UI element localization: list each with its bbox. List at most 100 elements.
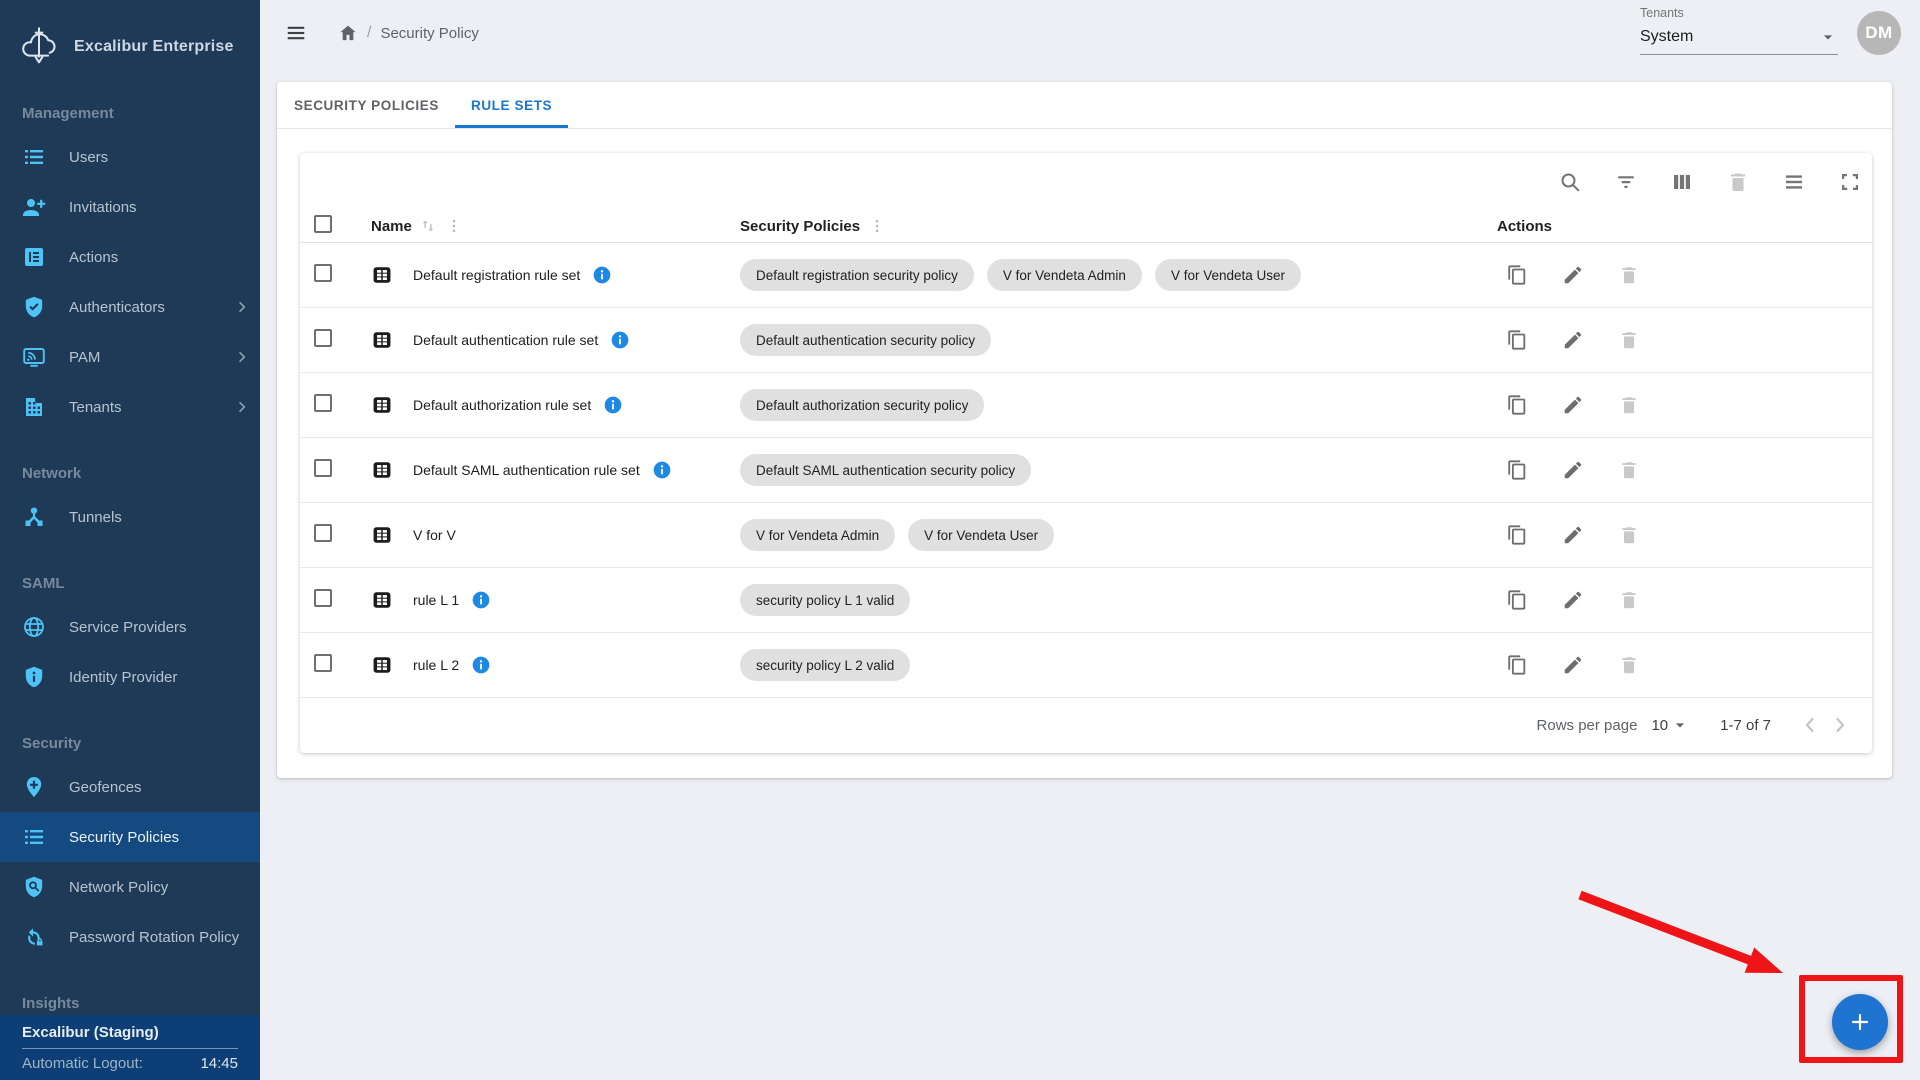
tab-bar: SECURITY POLICIESRULE SETS [277, 82, 1892, 129]
table-row: Default SAML authentication rule setDefa… [300, 438, 1872, 503]
sidebar-item-identity-provider[interactable]: Identity Provider [0, 652, 260, 702]
fullscreen-button[interactable] [1838, 170, 1862, 194]
breadcrumb: / Security Policy [285, 0, 479, 66]
delete-button[interactable] [1618, 264, 1640, 286]
tab-security-policies[interactable]: SECURITY POLICIES [278, 82, 455, 128]
select-all-checkbox[interactable] [314, 215, 332, 233]
edit-button[interactable] [1562, 459, 1584, 481]
topbar: / Security Policy Tenants System DM [260, 0, 1920, 66]
columns-button[interactable] [1670, 170, 1694, 194]
caret-down-icon[interactable] [1670, 715, 1690, 735]
avatar[interactable]: DM [1857, 11, 1901, 55]
policy-chip: V for Vendeta User [1155, 259, 1301, 291]
delete-button[interactable] [1618, 589, 1640, 611]
delete-button[interactable] [1618, 459, 1640, 481]
previous-page-button[interactable] [1798, 713, 1822, 737]
brand-name: Excalibur Enterprise [74, 38, 234, 56]
rule-set-name: rule L 1 [413, 592, 459, 608]
edit-button[interactable] [1562, 589, 1584, 611]
row-checkbox[interactable] [314, 329, 332, 347]
rule-set-name: Default registration rule set [413, 267, 580, 283]
copy-button[interactable] [1506, 654, 1528, 676]
sort-icon[interactable] [419, 217, 437, 235]
policies-cell: V for Vendeta AdminV for Vendeta User [740, 519, 1497, 551]
delete-button[interactable] [1618, 654, 1640, 676]
delete-button[interactable] [1618, 329, 1640, 351]
edit-button[interactable] [1562, 524, 1584, 546]
sidebar-item-geofences[interactable]: Geofences [0, 762, 260, 812]
building-icon [22, 395, 46, 419]
sidebar-item-security-policies[interactable]: Security Policies [0, 812, 260, 862]
sidebar-item-users[interactable]: Users [0, 132, 260, 182]
breadcrumb-current: Security Policy [380, 25, 478, 42]
pagination-range: 1-7 of 7 [1720, 717, 1771, 734]
copy-button[interactable] [1506, 264, 1528, 286]
density-button[interactable] [1782, 170, 1806, 194]
copy-button[interactable] [1506, 524, 1528, 546]
next-page-button[interactable] [1828, 713, 1852, 737]
row-checkbox[interactable] [314, 654, 332, 672]
delete-button[interactable] [1618, 524, 1640, 546]
rule-set-icon [371, 589, 393, 611]
chevron-right-icon [234, 349, 250, 365]
rows-per-page-select[interactable]: 10 [1651, 717, 1668, 734]
column-header-policies: Security Policies [740, 218, 860, 235]
filter-button[interactable] [1614, 170, 1638, 194]
pagination: Rows per page 10 1-7 of 7 [300, 698, 1872, 752]
tenant-select[interactable]: Tenants System [1640, 6, 1838, 55]
rule-set-name: V for V [413, 527, 456, 543]
sidebar-item-service-providers[interactable]: Service Providers [0, 602, 260, 652]
edit-button[interactable] [1562, 654, 1584, 676]
row-checkbox[interactable] [314, 524, 332, 542]
chevron-right-icon [234, 399, 250, 415]
policies-cell: Default registration security policy V fo… [740, 259, 1497, 291]
info-icon[interactable] [652, 460, 672, 480]
search-button[interactable] [1558, 170, 1582, 194]
edit-button[interactable] [1562, 329, 1584, 351]
sidebar-item-invitations[interactable]: Invitations [0, 182, 260, 232]
rule-set-name: Default authentication rule set [413, 332, 598, 348]
caret-down-icon [1818, 27, 1838, 47]
info-icon[interactable] [610, 330, 630, 350]
copy-button[interactable] [1506, 459, 1528, 481]
edit-button[interactable] [1562, 264, 1584, 286]
sidebar-item-tenants[interactable]: Tenants [0, 382, 260, 432]
table-body: Default registration rule set Default reg… [300, 243, 1872, 698]
copy-button[interactable] [1506, 329, 1528, 351]
column-menu-icon[interactable] [868, 217, 886, 235]
info-icon[interactable] [471, 655, 491, 675]
copy-button[interactable] [1506, 394, 1528, 416]
policy-chip: Default registration security policy [740, 259, 974, 291]
tenant-select-value: System [1640, 28, 1693, 46]
info-icon[interactable] [603, 395, 623, 415]
sidebar-item-network-policy[interactable]: Network Policy [0, 862, 260, 912]
row-checkbox[interactable] [314, 459, 332, 477]
column-menu-icon[interactable] [445, 217, 463, 235]
sidebar-item-actions[interactable]: Actions [0, 232, 260, 282]
table-row: Default authorization rule setDefault au… [300, 373, 1872, 438]
policy-chip: security policy L 2 valid [740, 649, 910, 681]
row-checkbox[interactable] [314, 394, 332, 412]
copy-button[interactable] [1506, 589, 1528, 611]
edit-button[interactable] [1562, 394, 1584, 416]
info-icon[interactable] [471, 590, 491, 610]
policies-cell: Default authentication security policy [740, 324, 1497, 356]
policies-cell: Default SAML authentication security pol… [740, 454, 1497, 486]
home-icon[interactable] [338, 23, 358, 43]
person-add-icon [22, 195, 46, 219]
chevron-right-icon [234, 299, 250, 315]
tab-rule-sets[interactable]: RULE SETS [455, 82, 568, 128]
sidebar-item-authenticators[interactable]: Authenticators [0, 282, 260, 332]
sidebar-item-tunnels[interactable]: Tunnels [0, 492, 260, 542]
policy-chip: V for Vendeta Admin [987, 259, 1142, 291]
delete-selected-button[interactable] [1726, 170, 1750, 194]
menu-icon[interactable] [285, 22, 307, 44]
sidebar-item-password-rotation-policy[interactable]: Password Rotation Policy [0, 912, 260, 962]
row-checkbox[interactable] [314, 589, 332, 607]
delete-button[interactable] [1618, 394, 1640, 416]
sidebar-footer: Excalibur (Staging) Automatic Logout: 14… [0, 1015, 260, 1080]
sidebar-item-pam[interactable]: PAM [0, 332, 260, 382]
row-checkbox[interactable] [314, 264, 332, 282]
info-icon[interactable] [592, 265, 612, 285]
sidebar-nav: ManagementUsersInvitationsActionsAuthent… [0, 104, 260, 1014]
